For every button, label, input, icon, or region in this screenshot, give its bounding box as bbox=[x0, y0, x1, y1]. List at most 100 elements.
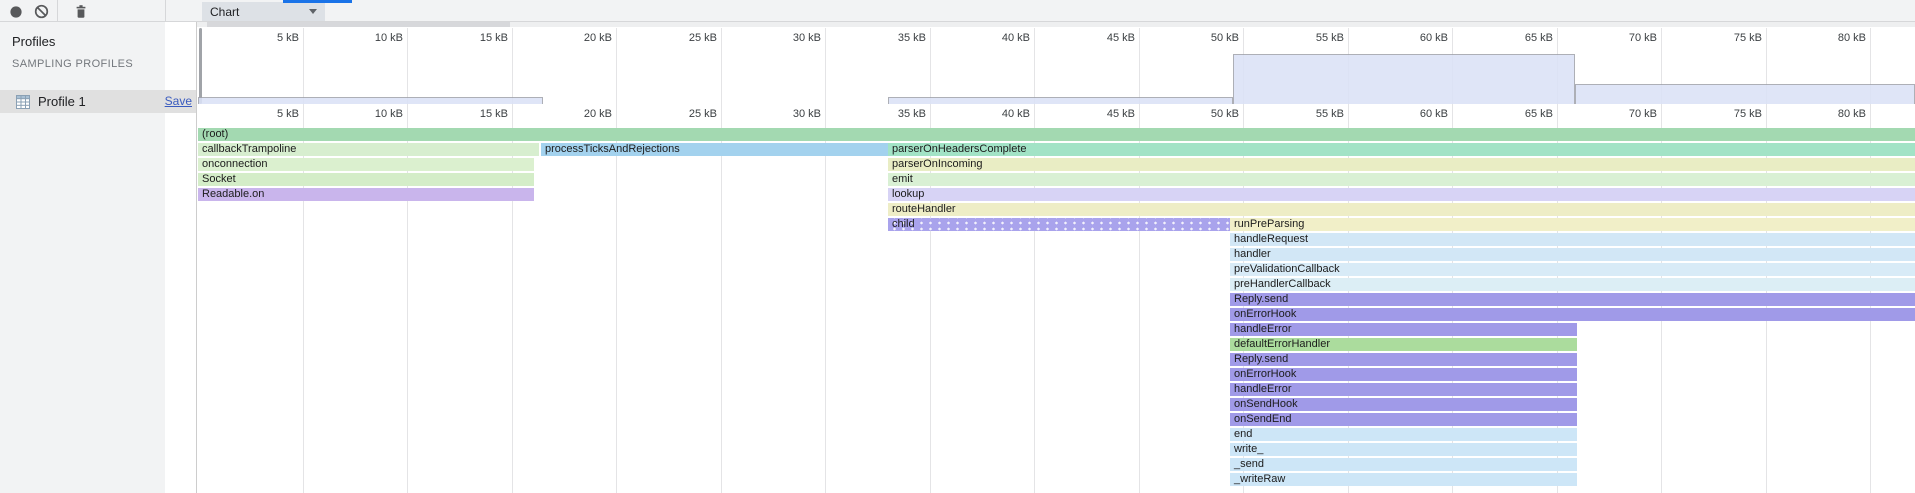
flame-ruler-tick-label: 50 kB bbox=[1177, 108, 1239, 120]
overview-ruler-tick-label: 65 kB bbox=[1491, 32, 1553, 44]
flame-bar-label: processTicksAndRejections bbox=[541, 143, 680, 155]
horizontal-scrollbar-track[interactable] bbox=[197, 22, 1915, 27]
flame-bar-parserOnHeadersComplete[interactable]: parserOnHeadersComplete bbox=[888, 143, 1915, 156]
flame-bar-label: callbackTrampoline bbox=[198, 143, 296, 155]
flame-bar-preHandlerCallback[interactable]: preHandlerCallback bbox=[1230, 278, 1915, 291]
overview-ruler-tick-label: 40 kB bbox=[968, 32, 1030, 44]
overview-ruler-tick-label: 35 kB bbox=[864, 32, 926, 44]
overview-step[interactable] bbox=[198, 97, 543, 104]
flame-bar-end[interactable]: end bbox=[1230, 428, 1577, 441]
flame-bar-(root)[interactable]: (root) bbox=[198, 128, 1915, 141]
flame-bar-parserOnIncoming[interactable]: parserOnIncoming bbox=[888, 158, 1915, 171]
flame-bar-label: handleRequest bbox=[1230, 233, 1308, 245]
flame-bar-label: preHandlerCallback bbox=[1230, 278, 1331, 290]
flame-ruler-tick-label: 45 kB bbox=[1073, 108, 1135, 120]
chart-view-select[interactable]: Chart bbox=[202, 2, 325, 21]
record-button[interactable] bbox=[8, 4, 23, 19]
sampling-profiles-section-header: SAMPLING PROFILES bbox=[12, 58, 133, 70]
save-profile-link[interactable]: Save bbox=[165, 94, 192, 108]
flame-bar-routeHandler[interactable]: routeHandler bbox=[888, 203, 1915, 216]
flame-bar-label: lookup bbox=[888, 188, 924, 200]
flame-bar-label: handleError bbox=[1230, 383, 1291, 395]
toolbar-divider bbox=[165, 0, 166, 22]
flame-ruler-tick-label: 20 kB bbox=[550, 108, 612, 120]
overview-step[interactable] bbox=[1575, 84, 1915, 104]
flame-bar-label: Readable.on bbox=[198, 188, 264, 200]
overview-ruler-tick-label: 5 kB bbox=[237, 32, 299, 44]
overview-ruler-tick-label: 20 kB bbox=[550, 32, 612, 44]
flame-ruler-tick-label: 65 kB bbox=[1491, 108, 1553, 120]
flame-bar-onErrorHook[interactable]: onErrorHook bbox=[1230, 368, 1577, 381]
horizontal-scrollbar-thumb-2[interactable] bbox=[207, 22, 510, 27]
gridline bbox=[616, 28, 617, 493]
flame-ruler-tick-label: 15 kB bbox=[446, 108, 508, 120]
clear-all-profiles-button[interactable] bbox=[34, 4, 49, 19]
flame-ruler-tick-label: 70 kB bbox=[1595, 108, 1657, 120]
flame-bar-label: runPreParsing bbox=[1230, 218, 1304, 230]
flame-bar-Socket[interactable]: Socket bbox=[198, 173, 534, 186]
flame-bar-label: write_ bbox=[1230, 443, 1263, 455]
flame-bar-label: handleError bbox=[1230, 323, 1291, 335]
flame-bar-label: handler bbox=[1230, 248, 1271, 260]
gridline bbox=[825, 28, 826, 493]
vertical-scrollbar-thumb[interactable] bbox=[199, 28, 202, 104]
flame-bar-runPreParsing[interactable]: runPreParsing bbox=[1230, 218, 1915, 231]
flame-bar-emit[interactable]: emit bbox=[888, 173, 1915, 186]
flame-bar-label: end bbox=[1230, 428, 1252, 440]
flame-bar-child[interactable]: child bbox=[888, 218, 1230, 231]
flame-ruler-tick-label: 40 kB bbox=[968, 108, 1030, 120]
delete-profile-button[interactable] bbox=[73, 4, 88, 19]
sidebar-item-profile-1[interactable]: Profile 1 Save bbox=[0, 90, 196, 113]
flame-ruler-tick-label: 60 kB bbox=[1386, 108, 1448, 120]
flame-bar-label: onconnection bbox=[198, 158, 267, 170]
flame-bar-handleRequest[interactable]: handleRequest bbox=[1230, 233, 1915, 246]
overview-step[interactable] bbox=[1233, 54, 1575, 104]
chevron-down-icon bbox=[309, 9, 317, 14]
horizontal-scrollbar-thumb[interactable] bbox=[283, 0, 352, 3]
flame-ruler-tick-label: 35 kB bbox=[864, 108, 926, 120]
flame-ruler-tick-label: 30 kB bbox=[759, 108, 821, 120]
flame-bar-handleError[interactable]: handleError bbox=[1230, 323, 1577, 336]
overview-ruler-tick-label: 10 kB bbox=[341, 32, 403, 44]
flame-bar-Readable.on[interactable]: Readable.on bbox=[198, 188, 534, 201]
flame-bar-Reply.send[interactable]: Reply.send bbox=[1230, 353, 1577, 366]
memory-profiler-panel: Chart Profiles SAMPLING PROFILES Profile… bbox=[0, 0, 1915, 493]
overview-ruler-tick-label: 30 kB bbox=[759, 32, 821, 44]
overview-step[interactable] bbox=[888, 97, 1233, 104]
overview-ruler-tick-label: 25 kB bbox=[655, 32, 717, 44]
flame-bar-onSendEnd[interactable]: onSendEnd bbox=[1230, 413, 1577, 426]
overview-ruler-tick-label: 15 kB bbox=[446, 32, 508, 44]
flame-bar-lookup[interactable]: lookup bbox=[888, 188, 1915, 201]
flame-bar-label: onSendHook bbox=[1230, 398, 1298, 410]
flame-bar-onSendHook[interactable]: onSendHook bbox=[1230, 398, 1577, 411]
overview-ruler-tick-label: 80 kB bbox=[1804, 32, 1866, 44]
trash-icon bbox=[74, 4, 88, 19]
flame-bar-label: Reply.send bbox=[1230, 353, 1288, 365]
overview-ruler-tick-label: 45 kB bbox=[1073, 32, 1135, 44]
flame-bar-processTicksAndRejections[interactable]: processTicksAndRejections bbox=[541, 143, 888, 156]
flame-bar-Reply.send[interactable]: Reply.send bbox=[1230, 293, 1915, 306]
flame-bar-label: onSendEnd bbox=[1230, 413, 1292, 425]
flame-bar-callbackTrampoline[interactable]: callbackTrampoline bbox=[198, 143, 539, 156]
flame-ruler-tick-label: 75 kB bbox=[1700, 108, 1762, 120]
record-circle-icon bbox=[9, 5, 23, 19]
flame-bar-label: emit bbox=[888, 173, 913, 185]
chart-pane[interactable]: 5 kB5 kB10 kB10 kB15 kB15 kB20 kB20 kB25… bbox=[196, 22, 1915, 493]
flame-bar-label: Socket bbox=[198, 173, 236, 185]
flame-bar-_send[interactable]: _send bbox=[1230, 458, 1577, 471]
flame-bar-handler[interactable]: handler bbox=[1230, 248, 1915, 261]
overview-ruler-tick-label: 50 kB bbox=[1177, 32, 1239, 44]
heap-profile-icon bbox=[16, 95, 30, 109]
flame-bar-write_[interactable]: write_ bbox=[1230, 443, 1577, 456]
flame-bar-label: onErrorHook bbox=[1230, 368, 1296, 380]
flame-bar-onconnection[interactable]: onconnection bbox=[198, 158, 534, 171]
flame-bar-label: _writeRaw bbox=[1230, 473, 1285, 485]
flame-bar-preValidationCallback[interactable]: preValidationCallback bbox=[1230, 263, 1915, 276]
flame-bar-_writeRaw[interactable]: _writeRaw bbox=[1230, 473, 1577, 486]
flame-bar-handleError[interactable]: handleError bbox=[1230, 383, 1577, 396]
flame-bar-defaultErrorHandler[interactable]: defaultErrorHandler bbox=[1230, 338, 1577, 351]
flame-bar-onErrorHook[interactable]: onErrorHook bbox=[1230, 308, 1915, 321]
gridline bbox=[721, 28, 722, 493]
flame-bar-label: (root) bbox=[198, 128, 228, 140]
overview-ruler-tick-label: 60 kB bbox=[1386, 32, 1448, 44]
